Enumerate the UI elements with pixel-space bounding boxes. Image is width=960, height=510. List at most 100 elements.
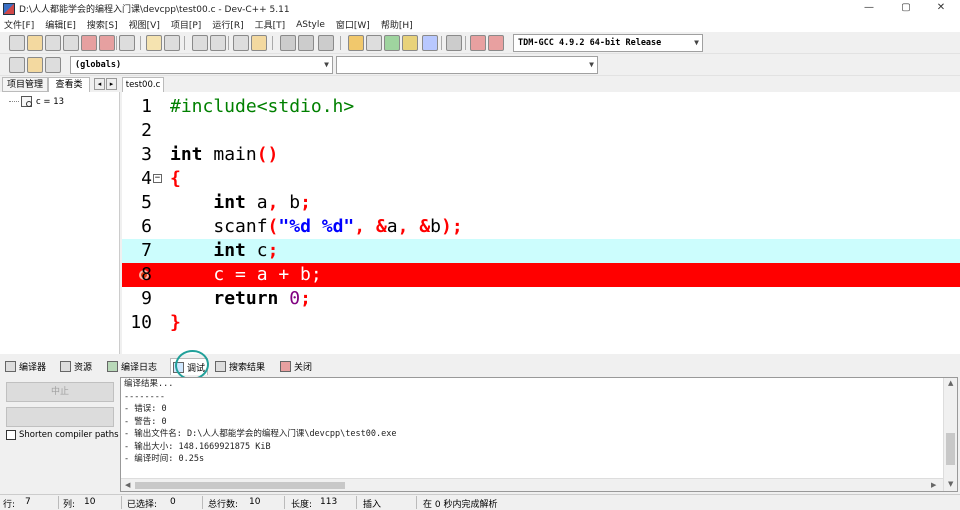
title-bar: D:\人人都能学会的编程入门课\devcpp\test00.c - Dev-C+… — [0, 0, 960, 17]
output-line: - 输出大小: 148.1669921875 KiB — [124, 441, 271, 452]
debug-icon[interactable] — [488, 35, 504, 51]
status-col: 10 — [84, 497, 96, 507]
run-icon[interactable] — [366, 35, 382, 51]
new-file-icon[interactable] — [9, 35, 25, 51]
stop-icon[interactable] — [446, 35, 462, 51]
status-row: 7 — [25, 497, 31, 507]
shorten-paths-checkbox[interactable]: Shorten compiler paths — [6, 430, 119, 440]
line-number: 6 — [141, 216, 152, 237]
compile-icon[interactable] — [348, 35, 364, 51]
menu-tools[interactable]: 工具[T] — [255, 18, 286, 31]
goto-line-icon[interactable] — [233, 35, 249, 51]
horizontal-scrollbar[interactable]: ◀ ▶ — [121, 478, 943, 491]
watch-tree: c = 13 — [0, 92, 120, 354]
status-bar: 行: 7 列: 10 已选择: 0 总行数: 10 长度: 113 插入 在 0… — [0, 494, 960, 510]
status-row-label: 行: — [3, 500, 16, 510]
minimize-button[interactable]: — — [852, 0, 886, 17]
editor-tabs: test00.c — [122, 77, 960, 92]
menu-file[interactable]: 文件[F] — [4, 18, 34, 31]
scope-select[interactable]: (globals) ▼ — [70, 56, 333, 74]
scroll-left-icon[interactable]: ◀ — [125, 481, 130, 489]
close-all-icon[interactable] — [99, 35, 115, 51]
find-icon[interactable] — [192, 35, 208, 51]
fold-toggle-icon[interactable]: − — [153, 174, 162, 183]
check-icon[interactable] — [422, 35, 438, 51]
menu-run[interactable]: 运行[R] — [212, 18, 243, 31]
debug-action-button[interactable] — [6, 407, 114, 427]
rebuild-icon[interactable] — [402, 35, 418, 51]
line-number: 9 — [141, 288, 152, 309]
close-icon — [280, 361, 291, 372]
output-line: -------- — [124, 391, 165, 402]
close-button[interactable]: ✕ — [924, 0, 958, 17]
tab-project[interactable]: 项目管理 — [2, 77, 48, 92]
watch-item[interactable]: c = 13 — [9, 96, 64, 107]
code-text: { — [170, 168, 181, 189]
code-line[interactable]: 2 — [122, 119, 960, 143]
tab-resources[interactable]: 资源 — [60, 358, 92, 375]
tab-test00[interactable]: test00.c — [122, 77, 164, 92]
profile-icon[interactable] — [470, 35, 486, 51]
print-icon[interactable] — [119, 35, 135, 51]
scroll-right-icon[interactable]: ▶ — [931, 481, 936, 489]
open-file-icon[interactable] — [27, 35, 43, 51]
tab-close[interactable]: 关闭 — [280, 358, 312, 375]
redo-icon[interactable] — [164, 35, 180, 51]
code-line[interactable]: 3 int main() — [122, 143, 960, 167]
toggle-bookmark-icon[interactable] — [27, 57, 43, 73]
bottom-tabs: 编译器 资源 编译日志 调试 搜索结果 关闭 — [0, 357, 960, 376]
menu-help[interactable]: 帮助[H] — [381, 18, 413, 31]
scroll-up-icon[interactable]: ▲ — [948, 379, 953, 387]
compiler-select[interactable]: TDM-GCC 4.9.2 64-bit Release ▼ — [513, 34, 703, 52]
code-line[interactable]: 6 scanf("%d %d", &a, &b); — [122, 215, 960, 239]
menu-bar: 文件[F] 编辑[E] 搜索[S] 视图[V] 项目[P] 运行[R] 工具[T… — [0, 17, 960, 32]
back-icon[interactable] — [280, 35, 296, 51]
stop-button[interactable]: 中止 — [6, 382, 114, 402]
line-number: 5 — [141, 192, 152, 213]
scroll-down-icon[interactable]: ▼ — [948, 480, 953, 488]
code-line[interactable]: 4−{ — [122, 167, 960, 191]
maximize-button[interactable]: ▢ — [889, 0, 923, 17]
menu-astyle[interactable]: AStyle — [296, 20, 325, 30]
code-text: int a, b; — [213, 192, 311, 213]
toggle-icon[interactable] — [318, 35, 334, 51]
code-line[interactable]: 5 int a, b; — [122, 191, 960, 215]
compile-run-icon[interactable] — [384, 35, 400, 51]
tab-compiler[interactable]: 编译器 — [5, 358, 46, 375]
search-icon — [215, 361, 226, 372]
vertical-scrollbar[interactable]: ▲ ▼ — [943, 378, 957, 491]
tab-prev-icon[interactable]: ◂ — [94, 78, 105, 90]
grid-icon — [5, 361, 16, 372]
code-editor[interactable]: 1 #include<stdio.h> 2 3 int main() 4−{5 int a… — [122, 92, 960, 354]
forward-icon[interactable] — [298, 35, 314, 51]
goto-bookmark-icon[interactable] — [45, 57, 61, 73]
tab-next-icon[interactable]: ▸ — [106, 78, 117, 90]
window-title: D:\人人都能学会的编程入门课\devcpp\test00.c - Dev-C+… — [19, 5, 290, 15]
menu-edit[interactable]: 编辑[E] — [45, 18, 76, 31]
line-number: 7 — [141, 240, 152, 261]
save-all-icon[interactable] — [63, 35, 79, 51]
code-line[interactable]: 9 return 0; — [122, 287, 960, 311]
tab-watch[interactable]: 查看类 — [48, 77, 90, 92]
menu-search[interactable]: 搜索[S] — [87, 18, 118, 31]
member-select[interactable]: ▼ — [336, 56, 598, 74]
close-file-icon[interactable] — [81, 35, 97, 51]
menu-project[interactable]: 项目[P] — [171, 18, 201, 31]
menu-window[interactable]: 窗口[W] — [336, 18, 370, 31]
chevron-down-icon: ▼ — [694, 38, 699, 47]
line-number: 4 — [141, 168, 152, 189]
tab-debug[interactable]: 调试 — [170, 358, 209, 375]
tab-search-results[interactable]: 搜索结果 — [215, 358, 265, 375]
breakpoint-line[interactable]: 8 c = a + b; — [122, 263, 960, 287]
bookmark-icon[interactable] — [251, 35, 267, 51]
code-text: return 0; — [213, 288, 311, 309]
code-line[interactable]: 10} — [122, 311, 960, 335]
replace-icon[interactable] — [210, 35, 226, 51]
insert-icon[interactable] — [9, 57, 25, 73]
menu-view[interactable]: 视图[V] — [129, 18, 160, 31]
code-line[interactable]: 1 #include<stdio.h> — [122, 95, 960, 119]
code-line[interactable]: 7 int c; — [122, 239, 960, 263]
undo-icon[interactable] — [146, 35, 162, 51]
tab-compile-log[interactable]: 编译日志 — [107, 358, 157, 375]
save-icon[interactable] — [45, 35, 61, 51]
